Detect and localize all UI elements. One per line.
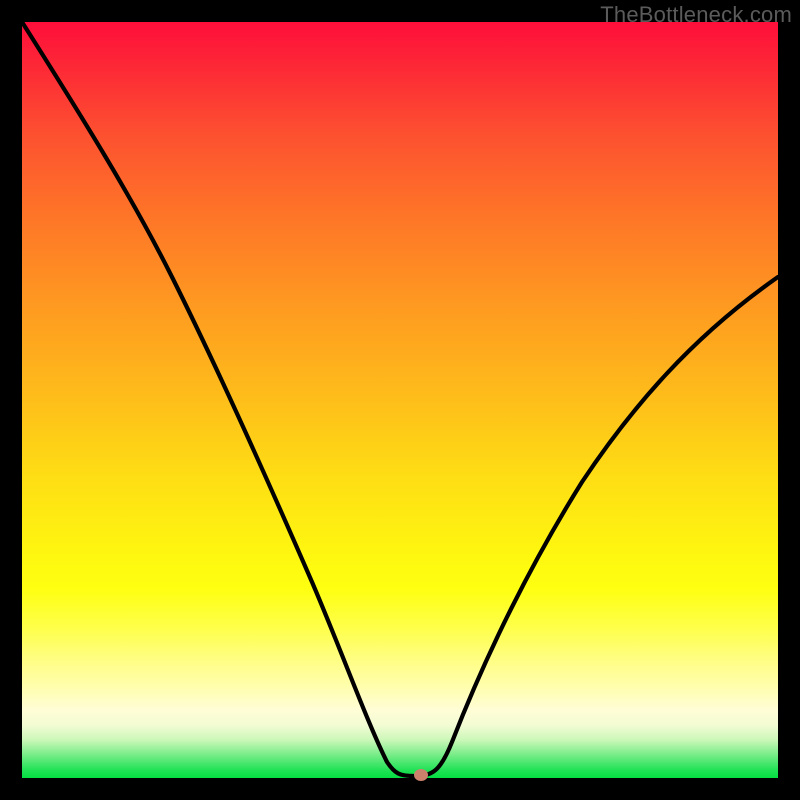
plot-area — [22, 22, 778, 778]
curve-path — [22, 22, 778, 776]
watermark-label: TheBottleneck.com — [600, 2, 792, 28]
chart-frame: TheBottleneck.com — [0, 0, 800, 800]
bottleneck-curve — [22, 22, 778, 778]
optimal-point-marker — [414, 769, 428, 781]
